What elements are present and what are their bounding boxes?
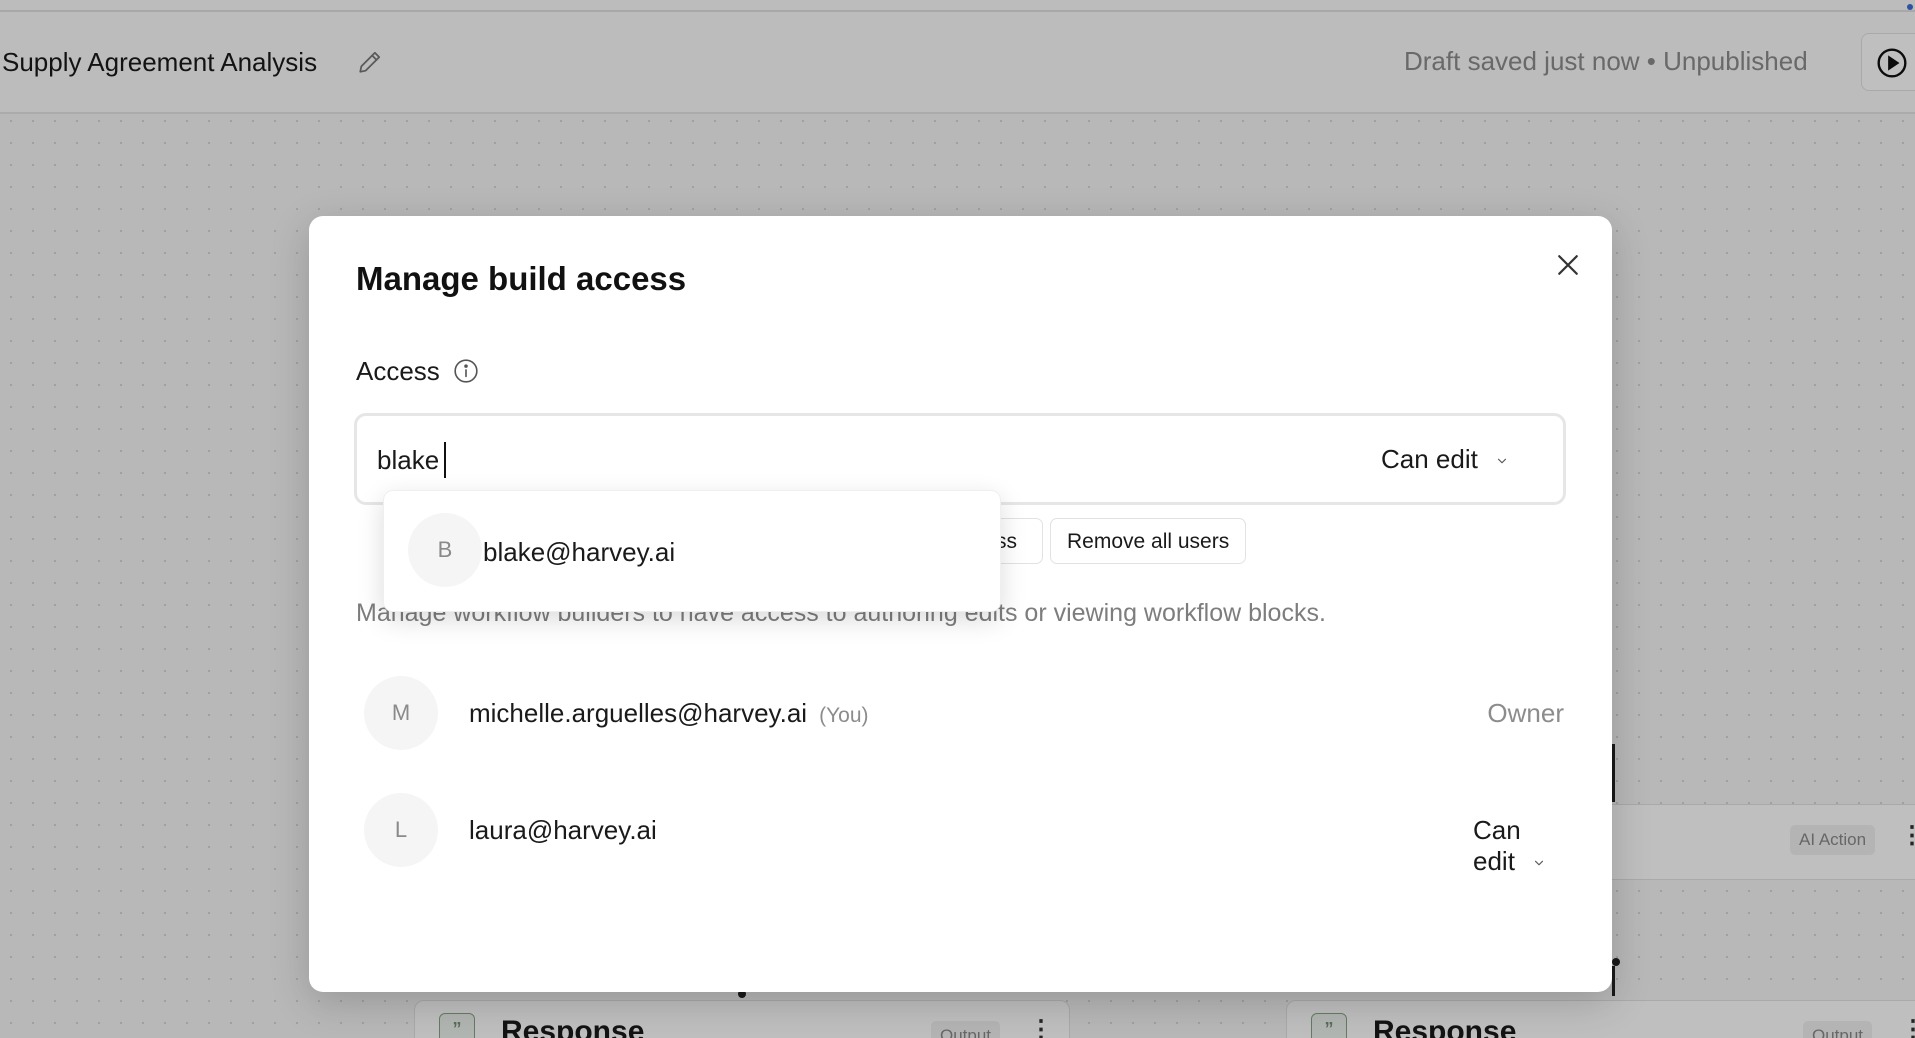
info-icon[interactable] <box>453 358 479 384</box>
avatar: L <box>364 793 438 867</box>
user-row: L laura@harvey.ai Can edit <box>364 793 1564 876</box>
permission-label: Can edit <box>1473 815 1521 876</box>
user-suggestions-dropdown: B blake@harvey.ai <box>383 490 1001 612</box>
remove-all-users-button[interactable]: Remove all users <box>1050 518 1247 564</box>
modal-title: Manage build access <box>356 260 687 297</box>
user-email: michelle.arguelles@harvey.ai (You) <box>469 698 869 729</box>
user-row: M michelle.arguelles@harvey.ai (You) Owne… <box>364 676 1564 752</box>
user-email-text: michelle.arguelles@harvey.ai <box>469 698 808 728</box>
user-role: Owner <box>1487 698 1564 728</box>
access-label: Access <box>356 356 440 386</box>
avatar: M <box>364 676 438 750</box>
suggestion-email: blake@harvey.ai <box>483 537 676 567</box>
user-permission-select[interactable]: Can edit <box>1473 815 1564 877</box>
close-icon[interactable] <box>1553 250 1583 280</box>
you-tag: (You) <box>819 704 869 727</box>
user-search-input[interactable] <box>377 438 1257 482</box>
permission-label: Can edit <box>1381 444 1478 474</box>
text-caret <box>444 442 446 478</box>
suggestion-item[interactable]: B blake@harvey.ai <box>408 513 978 591</box>
chevron-down-icon <box>1497 458 1507 464</box>
permission-select[interactable]: Can edit <box>1381 444 1509 475</box>
avatar: B <box>408 513 482 587</box>
chevron-down-icon <box>1535 860 1544 866</box>
user-email: laura@harvey.ai <box>469 815 657 845</box>
